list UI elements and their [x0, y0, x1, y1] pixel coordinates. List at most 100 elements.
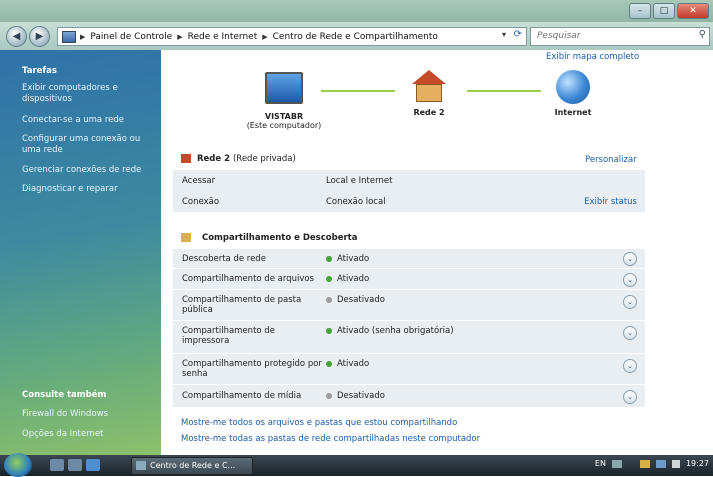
window-icon — [136, 461, 146, 470]
row-label: Descoberta de rede — [182, 254, 266, 264]
sharing-icon — [181, 233, 191, 242]
status-text: Ativado (senha obrigatória) — [337, 326, 454, 336]
status-text: Ativado — [337, 254, 370, 264]
volume-icon[interactable] — [671, 459, 680, 468]
row-status: Ativado — [326, 274, 369, 284]
row-label: Compartilhamento de arquivos — [182, 274, 314, 284]
map-node-name: Internet — [554, 108, 592, 117]
minimize-button[interactable]: – — [629, 3, 651, 19]
row-value: Local e Internet — [326, 176, 393, 186]
row-label: Compartilhamento protegido por senha — [182, 359, 322, 379]
map-node-internet[interactable]: Internet — [533, 70, 613, 117]
expand-icon[interactable]: ⌄ — [623, 295, 637, 309]
network-type: (Rede privada) — [232, 154, 296, 164]
breadcrumb-separator: ▶ — [262, 32, 268, 41]
quicklaunch-desktop-icon[interactable] — [50, 459, 64, 471]
row-status: Desativado — [326, 391, 385, 401]
map-node-network[interactable]: Rede 2 — [389, 70, 469, 117]
status-on-icon — [326, 275, 332, 282]
main-content: Exibir mapa completo VISTABR (Este compu… — [161, 50, 713, 455]
expand-icon[interactable]: ⌄ — [623, 326, 637, 340]
sharing-row: Compartilhamento protegido por senha Ati… — [173, 354, 645, 385]
language-indicator[interactable]: EN — [595, 459, 606, 468]
system-tray: EN 19:27 — [595, 459, 709, 468]
view-full-map-link[interactable]: Exibir mapa completo — [546, 52, 639, 62]
breadcrumb-control-panel[interactable]: Painel de Controle — [90, 32, 172, 42]
navigation-bar: ◀ ▶ ▶ Painel de Controle ▶ Rede e Intern… — [0, 22, 713, 50]
status-text: Ativado — [337, 274, 370, 284]
status-on-icon — [326, 327, 332, 334]
sharing-row: Compartilhamento de impressora Ativado (… — [173, 321, 645, 354]
map-node-name: VISTABR — [264, 112, 304, 121]
expand-icon[interactable]: ⌄ — [623, 252, 637, 266]
see-also-firewall[interactable]: Firewall do Windows — [22, 409, 154, 420]
row-label: Compartilhamento de mídia — [182, 391, 302, 401]
status-off-icon — [326, 296, 332, 303]
house-icon — [412, 70, 446, 84]
house-icon — [181, 154, 191, 163]
show-shared-network-folders-link[interactable]: Mostre-me todas as pastas de rede compar… — [181, 434, 480, 444]
address-dropdown-icon[interactable]: ▾ — [502, 30, 506, 39]
expand-icon[interactable]: ⌄ — [623, 359, 637, 373]
sharing-title-text: Compartilhamento e Descoberta — [201, 233, 358, 243]
task-setup-connection[interactable]: Configurar uma conexão ou uma rede — [22, 134, 154, 156]
computer-icon — [265, 72, 303, 104]
control-panel-icon — [62, 30, 76, 43]
status-text: Desativado — [337, 295, 385, 305]
network-row: Acessar Local e Internet — [173, 170, 645, 192]
row-status: Ativado — [326, 254, 369, 264]
close-button[interactable]: ✕ — [677, 3, 709, 19]
task-manage-connections[interactable]: Gerenciar conexões de rede — [22, 165, 154, 176]
task-sidebar: Tarefas Exibir computadores e dispositiv… — [0, 50, 161, 455]
sharing-row: Compartilhamento de arquivos Ativado ⌄ — [173, 269, 645, 290]
status-text: Ativado — [337, 359, 370, 369]
row-status: Ativado — [326, 359, 369, 369]
status-on-icon — [326, 255, 332, 262]
breadcrumb-network-center[interactable]: Centro de Rede e Compartilhamento — [273, 32, 438, 42]
breadcrumb-network-internet[interactable]: Rede e Internet — [188, 32, 258, 42]
row-label: Compartilhamento de pasta pública — [182, 295, 302, 315]
start-button[interactable] — [4, 453, 32, 477]
sharing-row: Compartilhamento de pasta pública Desati… — [173, 290, 645, 321]
address-bar[interactable]: ▶ Painel de Controle ▶ Rede e Internet ▶… — [57, 27, 527, 46]
refresh-icon[interactable]: ⟳ — [514, 29, 522, 40]
map-node-computer[interactable]: VISTABR (Este computador) — [239, 72, 329, 130]
forward-button[interactable]: ▶ — [29, 26, 50, 47]
taskbar-window-button[interactable]: Centro de Rede e C... — [131, 457, 253, 475]
search-icon[interactable]: ⚲ — [699, 29, 706, 40]
quicklaunch-browser-icon[interactable] — [86, 459, 100, 471]
row-label: Compartilhamento de impressora — [182, 326, 275, 346]
see-also-internet-options[interactable]: Opções da Internet — [22, 429, 154, 440]
sharing-title: Compartilhamento e Descoberta — [181, 233, 357, 243]
breadcrumb-separator: ▶ — [80, 32, 86, 41]
tray-app-icon[interactable] — [639, 459, 650, 468]
title-bar: – □ ✕ — [0, 0, 713, 22]
expand-icon[interactable]: ⌄ — [623, 273, 637, 287]
breadcrumb-separator: ▶ — [177, 32, 183, 41]
keyboard-icon[interactable] — [611, 459, 622, 468]
row-label: Conexão — [182, 197, 220, 207]
search-box[interactable]: ⚲ — [530, 27, 710, 46]
expand-icon[interactable]: ⌄ — [623, 390, 637, 404]
clock[interactable]: 19:27 — [686, 459, 709, 468]
customize-link[interactable]: Personalizar — [585, 155, 637, 165]
network-title: Rede 2 (Rede privada) — [181, 154, 296, 164]
sharing-row: Compartilhamento de mídia Desativado ⌄ — [173, 385, 645, 408]
task-connect-network[interactable]: Conectar-se a uma rede — [22, 115, 154, 126]
see-also-heading: Consulte também — [22, 390, 107, 400]
tasks-heading: Tarefas — [22, 66, 57, 76]
back-button[interactable]: ◀ — [6, 26, 27, 47]
task-view-computers[interactable]: Exibir computadores e dispositivos — [22, 83, 154, 105]
network-tray-icon[interactable] — [655, 459, 666, 468]
task-diagnose-repair[interactable]: Diagnosticar e reparar — [22, 184, 154, 195]
network-row: Conexão Conexão local Exibir status — [173, 191, 645, 213]
map-connector — [467, 90, 541, 92]
show-my-shared-files-link[interactable]: Mostre-me todos os arquivos e pastas que… — [181, 418, 457, 428]
view-status-link[interactable]: Exibir status — [584, 197, 637, 207]
quicklaunch-switch-icon[interactable] — [68, 459, 82, 471]
maximize-button[interactable]: □ — [653, 3, 675, 19]
network-name: Rede 2 — [196, 154, 231, 164]
row-status: Desativado — [326, 295, 385, 305]
map-connector — [321, 90, 395, 92]
search-input[interactable] — [535, 30, 689, 42]
